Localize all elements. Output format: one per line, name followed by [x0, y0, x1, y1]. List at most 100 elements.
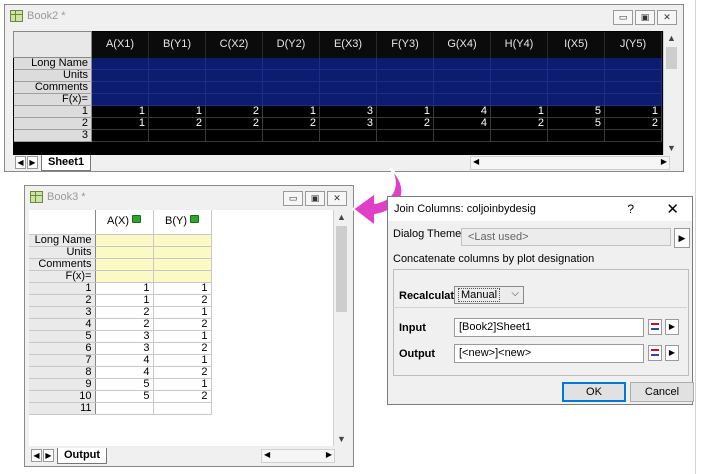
metadata-cell[interactable]	[319, 57, 377, 70]
metadata-cell[interactable]	[95, 258, 154, 271]
book2-horizontal-scrollbar[interactable]: ◀ ▶	[470, 156, 670, 170]
row-label[interactable]: 6	[29, 342, 96, 355]
metadata-cell[interactable]	[547, 57, 605, 70]
row-label[interactable]: Comments	[29, 258, 96, 271]
table-cell[interactable]: 5	[95, 378, 154, 391]
book2-window[interactable]: Book2 * ▭ ▣ ✕ A(X1) B(Y1) C(X2) D(Y2) E(X3) F…	[4, 4, 684, 172]
row-label[interactable]: 1	[29, 282, 96, 295]
row-label[interactable]: 7	[29, 354, 96, 367]
table-cell[interactable]	[95, 402, 154, 415]
metadata-cell[interactable]	[604, 69, 662, 82]
metadata-cell[interactable]	[91, 57, 149, 70]
row-label[interactable]: Long Name	[29, 234, 96, 247]
metadata-cell[interactable]	[376, 81, 434, 94]
metadata-cell[interactable]	[205, 57, 263, 70]
metadata-cell[interactable]	[262, 57, 320, 70]
cancel-button[interactable]: Cancel	[630, 382, 694, 402]
table-cell[interactable]: 2	[205, 117, 263, 130]
metadata-cell[interactable]	[547, 69, 605, 82]
row-label[interactable]: Comments	[13, 81, 92, 94]
scroll-up-icon[interactable]: ▲	[664, 31, 679, 45]
book2-titlebar[interactable]: Book2 * ▭ ▣ ✕	[5, 5, 683, 29]
metadata-cell[interactable]	[153, 234, 212, 247]
metadata-cell[interactable]	[95, 270, 154, 283]
table-cell[interactable]: 2	[604, 117, 662, 130]
metadata-cell[interactable]	[547, 93, 605, 106]
scroll-thumb[interactable]	[336, 226, 347, 312]
row-label[interactable]: F(x)=	[29, 270, 96, 283]
column-header[interactable]: D(Y2)	[262, 31, 320, 58]
table-cell[interactable]	[153, 402, 212, 415]
row-label[interactable]: 3	[29, 306, 96, 319]
scroll-thumb[interactable]	[666, 47, 677, 69]
lock-icon[interactable]	[190, 215, 199, 224]
table-cell[interactable]: 2	[95, 306, 154, 319]
column-header[interactable]: G(X4)	[433, 31, 491, 58]
row-label[interactable]: 2	[29, 294, 96, 307]
table-cell[interactable]: 2	[153, 294, 212, 307]
output-field[interactable]: [<new>]<new>	[454, 344, 644, 363]
table-cell[interactable]: 4	[433, 105, 491, 118]
metadata-cell[interactable]	[490, 81, 548, 94]
metadata-cell[interactable]	[490, 69, 548, 82]
metadata-cell[interactable]	[205, 93, 263, 106]
scroll-right-icon[interactable]: ▶	[661, 157, 667, 166]
metadata-cell[interactable]	[319, 81, 377, 94]
table-cell[interactable]: 1	[490, 105, 548, 118]
metadata-cell[interactable]	[433, 81, 491, 94]
metadata-cell[interactable]	[262, 69, 320, 82]
column-header[interactable]: B(Y)	[153, 210, 212, 235]
column-header[interactable]: E(X3)	[319, 31, 377, 58]
metadata-cell[interactable]	[148, 93, 206, 106]
close-icon[interactable]: ✕	[657, 10, 677, 25]
row-label[interactable]: 3	[13, 129, 92, 142]
metadata-cell[interactable]	[433, 69, 491, 82]
table-cell[interactable]: 2	[376, 117, 434, 130]
metadata-cell[interactable]	[148, 57, 206, 70]
table-cell[interactable]: 1	[153, 306, 212, 319]
row-label[interactable]: Long Name	[13, 57, 92, 70]
column-picker-icon[interactable]	[648, 345, 662, 361]
table-cell[interactable]	[91, 129, 149, 142]
table-cell[interactable]: 3	[319, 117, 377, 130]
table-cell[interactable]	[547, 129, 605, 142]
table-cell[interactable]: 1	[153, 282, 212, 295]
row-label[interactable]: F(x)=	[13, 93, 92, 106]
tab-next-icon[interactable]: ▶	[43, 449, 54, 462]
table-cell[interactable]: 2	[205, 105, 263, 118]
theme-menu-arrow-icon[interactable]: ▶	[674, 228, 690, 248]
table-cell[interactable]: 1	[153, 354, 212, 367]
output-menu-arrow-icon[interactable]: ▶	[665, 345, 679, 361]
scroll-down-icon[interactable]: ▼	[334, 432, 349, 446]
select-all-corner[interactable]	[29, 210, 96, 235]
table-cell[interactable]: 1	[95, 282, 154, 295]
row-label[interactable]: 9	[29, 378, 96, 391]
table-cell[interactable]: 3	[319, 105, 377, 118]
metadata-cell[interactable]	[490, 57, 548, 70]
table-cell[interactable]	[490, 129, 548, 142]
table-cell[interactable]: 2	[153, 366, 212, 379]
dialog-close-icon[interactable]: ✕	[666, 200, 679, 218]
book3-horizontal-scrollbar[interactable]: ◀ ▶	[261, 449, 335, 463]
metadata-cell[interactable]	[376, 69, 434, 82]
table-cell[interactable]: 1	[604, 105, 662, 118]
table-cell[interactable]: 4	[433, 117, 491, 130]
column-header[interactable]: J(Y5)	[604, 31, 662, 58]
column-header[interactable]: B(Y1)	[148, 31, 206, 58]
table-cell[interactable]: 2	[262, 117, 320, 130]
dialog-theme-field[interactable]: <Last used>	[461, 228, 671, 246]
dialog-titlebar[interactable]: Join Columns: coljoinbydesig ? ✕	[388, 197, 692, 221]
row-label[interactable]: 1	[13, 105, 92, 118]
row-label[interactable]: 10	[29, 390, 96, 403]
metadata-cell[interactable]	[95, 246, 154, 259]
tab-prev-icon[interactable]: ◀	[31, 449, 42, 462]
column-header[interactable]: C(X2)	[205, 31, 263, 58]
table-cell[interactable]	[262, 129, 320, 142]
table-cell[interactable]	[604, 129, 662, 142]
table-cell[interactable]	[433, 129, 491, 142]
metadata-cell[interactable]	[148, 69, 206, 82]
table-cell[interactable]: 2	[490, 117, 548, 130]
table-cell[interactable]: 2	[153, 390, 212, 403]
table-cell[interactable]: 5	[547, 117, 605, 130]
metadata-cell[interactable]	[490, 93, 548, 106]
